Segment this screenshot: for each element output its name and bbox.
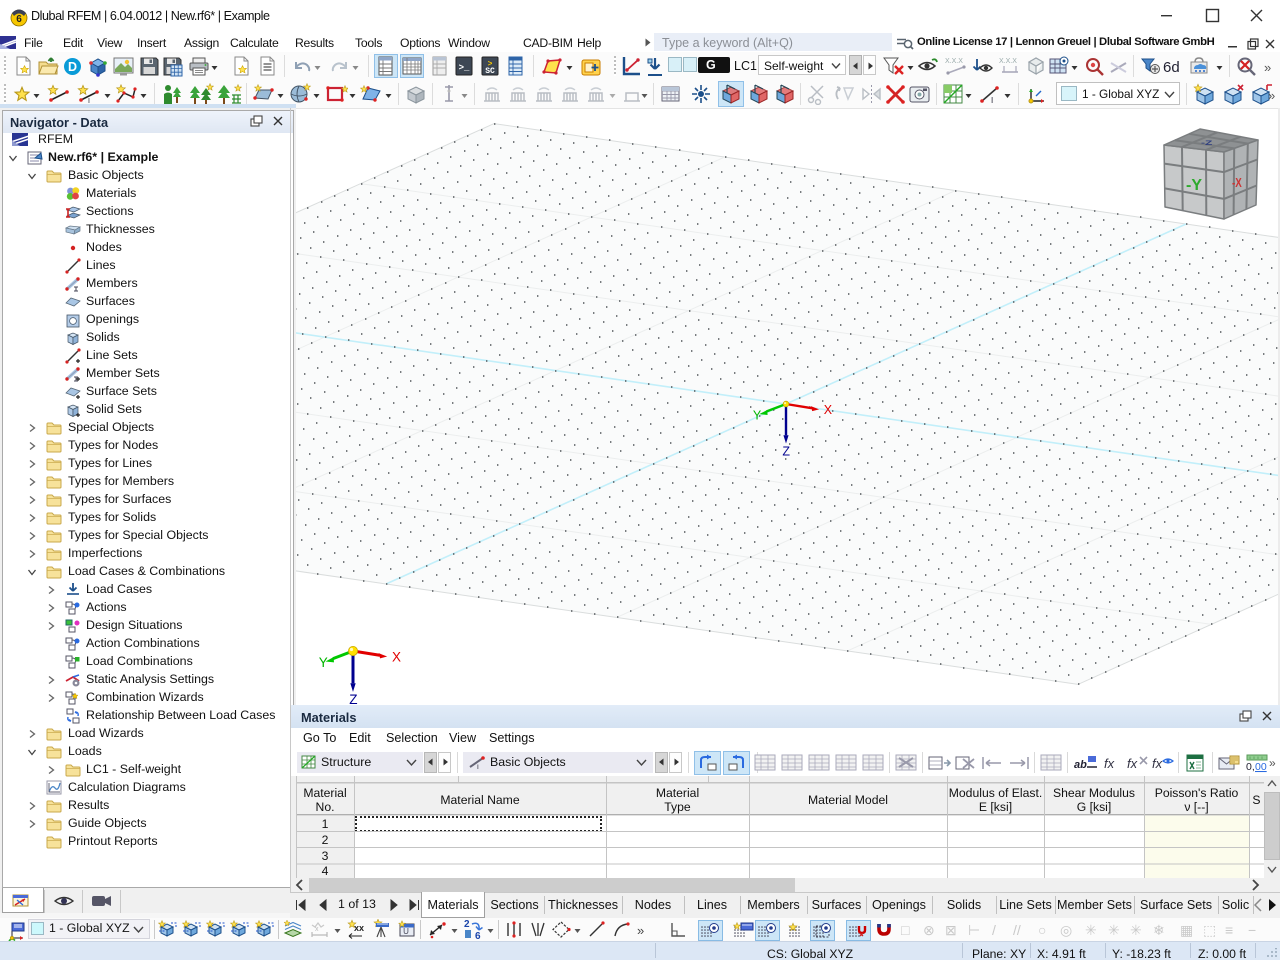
svg-text:xx: xx: [354, 923, 364, 933]
svg-text:6d: 6d: [1163, 59, 1180, 76]
svg-text:>_: >_: [459, 63, 470, 73]
svg-text:fx: fx: [1152, 756, 1163, 771]
svg-text:Y: Y: [319, 655, 328, 670]
svg-text:D: D: [68, 60, 77, 74]
svg-text:SC: SC: [485, 67, 495, 76]
svg-text:6: 6: [16, 14, 22, 25]
svg-text:6: 6: [475, 931, 481, 941]
svg-text:fx: fx: [1104, 756, 1115, 771]
svg-text:X: X: [392, 649, 401, 664]
svg-text:I: I: [991, 96, 993, 105]
svg-text:ab: ab: [1074, 759, 1087, 771]
svg-text:-Y: -Y: [1186, 177, 1202, 194]
svg-text:-X: -X: [1232, 177, 1242, 191]
svg-text:Y: Y: [753, 409, 762, 423]
svg-text:fx: fx: [1127, 756, 1138, 771]
svg-text:2: 2: [464, 919, 470, 930]
svg-text:Z: Z: [782, 445, 790, 459]
svg-text:X: X: [824, 403, 833, 417]
svg-text:Z: Z: [349, 692, 357, 706]
svg-text:X.X.X: X.X.X: [945, 58, 963, 65]
svg-text:00: 00: [1255, 761, 1267, 773]
svg-text:x: x: [315, 926, 319, 933]
svg-text:0,: 0,: [1246, 761, 1255, 773]
svg-text:I: I: [477, 764, 479, 770]
svg-text:U: U: [403, 927, 409, 936]
svg-text:X.X.X: X.X.X: [999, 58, 1017, 65]
svg-text:-Z: -Z: [1201, 140, 1212, 147]
